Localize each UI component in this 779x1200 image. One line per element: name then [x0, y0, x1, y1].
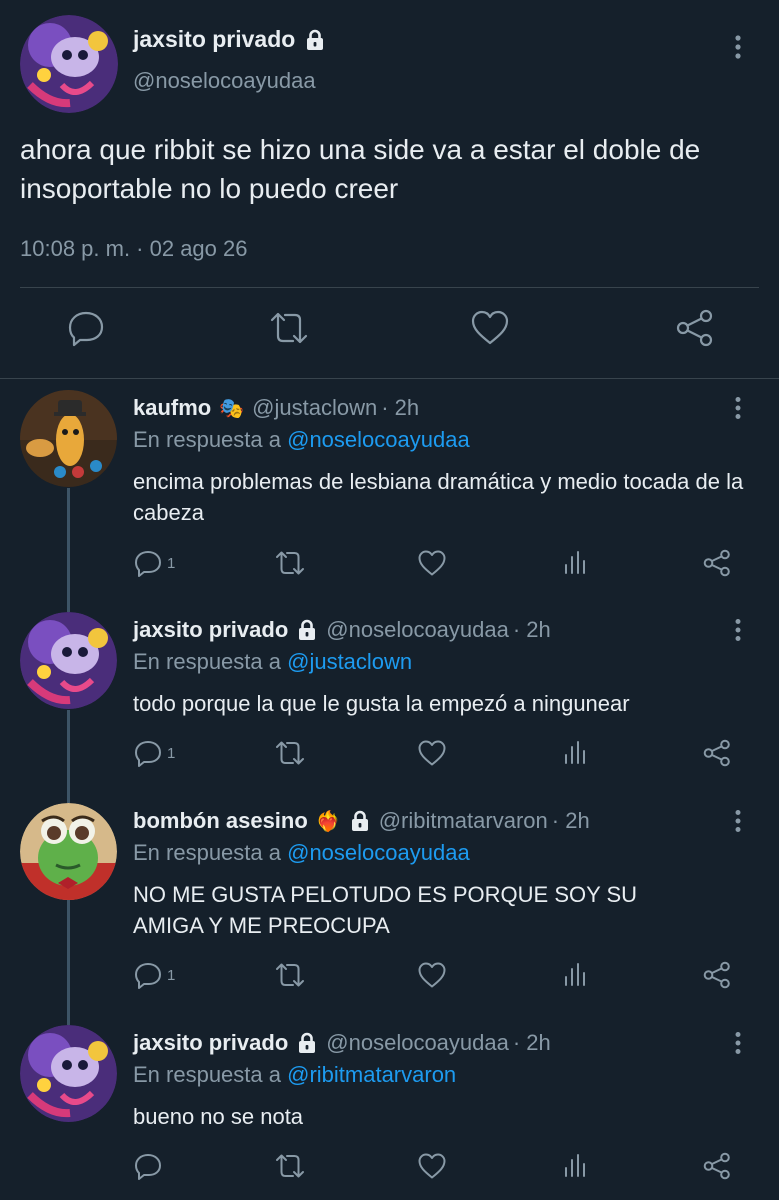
- name-emoji: ❤️‍🔥: [315, 810, 341, 833]
- reply-tweet[interactable]: bombón asesino ❤️‍🔥 @ribitmatarvaron · 2…: [0, 792, 779, 1014]
- display-name[interactable]: bombón asesino: [133, 808, 308, 834]
- like-icon[interactable]: [417, 960, 447, 990]
- reply-button[interactable]: [133, 1151, 167, 1181]
- reply-count: 1: [167, 744, 176, 762]
- more-vertical-icon[interactable]: [728, 809, 748, 835]
- display-name[interactable]: jaxsito privado: [133, 617, 288, 643]
- reply-prefix: En respuesta a: [133, 649, 281, 674]
- retweet-icon[interactable]: [268, 308, 310, 348]
- share-icon[interactable]: [675, 308, 715, 348]
- reply-text: todo porque la que le gusta la empezó a …: [133, 691, 630, 716]
- reply-actions: 1: [0, 960, 779, 996]
- retweet-icon[interactable]: [274, 960, 306, 990]
- reply-count: 1: [167, 966, 176, 984]
- display-name[interactable]: kaufmo: [133, 395, 211, 421]
- reply-context: En respuesta a @justaclown: [133, 649, 412, 675]
- tweet-timestamp[interactable]: 10:08 p. m. · 02 ago 26: [20, 236, 248, 262]
- more-vertical-icon[interactable]: [728, 396, 748, 422]
- lock-icon: [349, 810, 371, 832]
- reply-icon: [133, 1151, 163, 1181]
- reply-text: encima problemas de lesbiana dramática y…: [133, 469, 744, 525]
- user-handle[interactable]: @noselocoayudaa: [133, 68, 316, 94]
- analytics-icon[interactable]: [560, 960, 590, 990]
- reply-prefix: En respuesta a: [133, 1062, 281, 1087]
- user-handle[interactable]: @noselocoayudaa: [326, 1030, 509, 1056]
- mention-link[interactable]: @noselocoayudaa: [287, 427, 470, 452]
- reply-button[interactable]: 1: [133, 548, 175, 578]
- lock-icon: [304, 29, 326, 51]
- display-name[interactable]: jaxsito privado: [133, 26, 295, 53]
- reply-tweet[interactable]: kaufmo 🎭 @justaclown · 2h En respuesta a…: [0, 379, 779, 601]
- mention-link[interactable]: @ribitmatarvaron: [287, 1062, 456, 1087]
- reply-context: En respuesta a @ribitmatarvaron: [133, 1062, 456, 1088]
- share-icon[interactable]: [702, 738, 732, 768]
- avatar[interactable]: [20, 390, 117, 487]
- reply-context: En respuesta a @noselocoayudaa: [133, 840, 470, 866]
- user-handle[interactable]: @noselocoayudaa: [326, 617, 509, 643]
- retweet-icon[interactable]: [274, 1151, 306, 1181]
- reply-time[interactable]: · 2h: [513, 1030, 551, 1056]
- reply-time[interactable]: · 2h: [552, 808, 590, 834]
- share-icon[interactable]: [702, 960, 732, 990]
- mention-link[interactable]: @justaclown: [287, 649, 412, 674]
- reply-icon: [133, 548, 163, 578]
- like-icon[interactable]: [417, 738, 447, 768]
- like-icon[interactable]: [470, 308, 510, 348]
- retweet-icon[interactable]: [274, 738, 306, 768]
- lock-icon: [296, 1032, 318, 1054]
- analytics-icon[interactable]: [560, 1151, 590, 1181]
- tweet-text: ahora que ribbit se hizo una side va a e…: [20, 134, 701, 204]
- divider: [20, 287, 759, 288]
- mention-link[interactable]: @noselocoayudaa: [287, 840, 470, 865]
- reply-icon[interactable]: [66, 308, 106, 348]
- user-handle[interactable]: @ribitmatarvaron: [379, 808, 548, 834]
- share-icon[interactable]: [702, 548, 732, 578]
- reply-prefix: En respuesta a: [133, 427, 281, 452]
- more-vertical-icon[interactable]: [728, 1031, 748, 1057]
- more-vertical-icon[interactable]: [728, 34, 748, 62]
- reply-context: En respuesta a @noselocoayudaa: [133, 427, 470, 453]
- avatar[interactable]: [20, 1025, 117, 1122]
- reply-actions: 1: [0, 738, 779, 774]
- analytics-icon[interactable]: [560, 738, 590, 768]
- share-icon[interactable]: [702, 1151, 732, 1181]
- avatar[interactable]: [20, 15, 118, 113]
- reply-tweet[interactable]: jaxsito privado @noselocoayudaa · 2h En …: [0, 1014, 779, 1200]
- reply-icon: [133, 738, 163, 768]
- user-handle[interactable]: @justaclown: [252, 395, 377, 421]
- avatar[interactable]: [20, 803, 117, 900]
- reply-button[interactable]: 1: [133, 960, 175, 990]
- reply-prefix: En respuesta a: [133, 840, 281, 865]
- like-icon[interactable]: [417, 548, 447, 578]
- display-name[interactable]: jaxsito privado: [133, 1030, 288, 1056]
- lock-icon: [296, 619, 318, 641]
- reply-actions: [0, 1151, 779, 1187]
- main-tweet: jaxsito privado @noselocoayudaa ahora qu…: [0, 0, 779, 379]
- reply-time[interactable]: · 2h: [381, 395, 419, 421]
- reply-actions: 1: [0, 548, 779, 584]
- reply-time[interactable]: · 2h: [513, 617, 551, 643]
- more-vertical-icon[interactable]: [728, 618, 748, 644]
- reply-text: bueno no se nota: [133, 1104, 304, 1129]
- reply-icon: [133, 960, 163, 990]
- analytics-icon[interactable]: [560, 548, 590, 578]
- retweet-icon[interactable]: [274, 548, 306, 578]
- name-emoji: 🎭: [219, 397, 245, 420]
- reply-text: NO ME GUSTA PELOTUDO ES PORQUE SOY SU AM…: [133, 882, 638, 938]
- like-icon[interactable]: [417, 1151, 447, 1181]
- reply-count: 1: [167, 554, 176, 572]
- tweet-actions: [0, 308, 779, 358]
- reply-tweet[interactable]: jaxsito privado @noselocoayudaa · 2h En …: [0, 601, 779, 791]
- reply-button[interactable]: 1: [133, 738, 175, 768]
- avatar[interactable]: [20, 612, 117, 709]
